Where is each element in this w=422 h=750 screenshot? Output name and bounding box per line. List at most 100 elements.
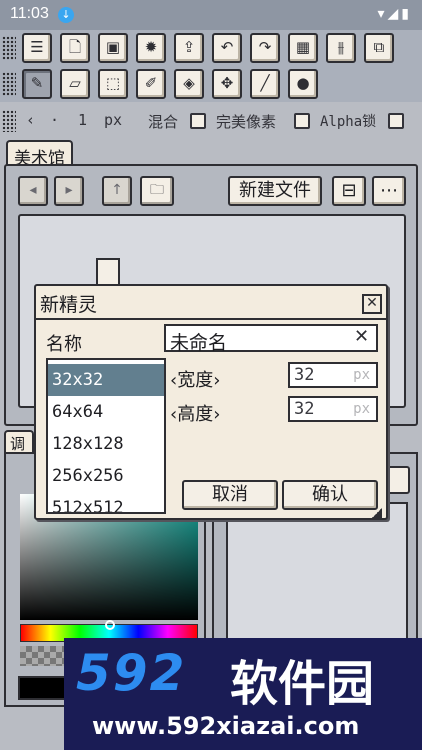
save-button[interactable]: ▣ — [98, 33, 128, 63]
download-badge-icon: ↓ — [58, 7, 74, 23]
fill-bucket-button[interactable]: ◈ — [174, 69, 204, 99]
export-icon: ⇪ — [182, 38, 196, 56]
more-button[interactable]: ⋯ — [372, 176, 406, 206]
toolbar-grip-icon[interactable] — [2, 110, 16, 132]
size-preset-item[interactable]: 128x128 — [48, 428, 164, 460]
fill-bucket-icon: ◈ — [183, 74, 195, 92]
settings-sliders-button[interactable]: ☰ — [22, 33, 52, 63]
confirm-button[interactable]: 确认 — [282, 480, 378, 510]
eyedropper-icon: ✐ — [144, 74, 158, 92]
shape-fill-icon: ● — [296, 74, 310, 92]
save-icon: ▣ — [105, 38, 121, 56]
resize-grip-icon[interactable] — [372, 508, 382, 518]
size-preset-item[interactable]: 64x64 — [48, 396, 164, 428]
folder-open-icon: 🗀 — [150, 182, 164, 198]
toolbar-grip-icon[interactable] — [2, 72, 16, 96]
width-value: 32 — [294, 365, 315, 385]
blend-checkbox[interactable] — [190, 113, 206, 129]
height-input[interactable]: 32 px — [288, 396, 378, 422]
new-file-button[interactable]: 新建文件 — [228, 176, 322, 206]
gear-icon: ✹ — [144, 38, 158, 56]
line-icon: ╱ — [260, 74, 270, 92]
mirror-button[interactable]: ⧉ — [364, 33, 394, 63]
line-button[interactable]: ╱ — [250, 69, 280, 99]
clear-input-icon[interactable]: ✕ — [354, 326, 369, 347]
gear-button[interactable]: ✹ — [136, 33, 166, 63]
width-input[interactable]: 32 px — [288, 362, 378, 388]
tab-tune[interactable]: 调 — [4, 430, 34, 454]
view-mode-button[interactable]: ⊟ — [332, 176, 366, 206]
status-bar: 11:03 ↓ ▾◢▮ — [0, 0, 422, 30]
dialog-title: 新精灵 — [40, 294, 98, 316]
select-rect-button[interactable]: ⬚ — [98, 69, 128, 99]
height-value: 32 — [294, 399, 315, 419]
toolbar-grip-icon[interactable] — [2, 36, 16, 60]
close-icon: ✕ — [366, 295, 378, 311]
height-unit: px — [353, 401, 370, 417]
size-preset-list[interactable]: 32x32 64x64 128x128 256x256 512x512 — [46, 358, 166, 514]
dialog-divider — [36, 318, 386, 320]
new-file-button[interactable]: 🗋 — [60, 33, 90, 63]
system-status-icons: ▾◢▮ — [377, 6, 412, 22]
nav-back-button[interactable]: ◂ — [18, 176, 48, 206]
brush-options-bar: ‹ · 1 px 混合 完美像素 Alpha锁 — [0, 106, 422, 136]
brush-size-decrease[interactable]: ‹ — [26, 111, 35, 129]
open-folder-button[interactable]: 🗀 — [140, 176, 174, 206]
tab-gallery[interactable]: 美术馆 — [6, 140, 73, 169]
new-file-icon: 🗋 — [68, 38, 82, 56]
size-preset-item[interactable]: 32x32 — [48, 364, 164, 396]
watermark-site-name: 软件园 — [230, 656, 375, 712]
cancel-button[interactable]: 取消 — [182, 480, 278, 510]
blend-label: 混合 — [148, 113, 179, 131]
monitor-icon: ⊟ — [341, 180, 357, 201]
brush-size-unit: px — [104, 111, 123, 129]
name-label: 名称 — [46, 334, 82, 355]
size-preset-item[interactable]: 512x512 — [48, 492, 164, 512]
arrow-up-icon: ↑ — [111, 182, 123, 198]
eyedropper-button[interactable]: ✐ — [136, 69, 166, 99]
settings-sliders-icon: ☰ — [30, 38, 44, 56]
undo-icon: ↶ — [220, 38, 234, 56]
pixel-perfect-checkbox[interactable] — [294, 113, 310, 129]
width-label[interactable]: ‹宽度› — [170, 366, 220, 392]
brush-size-value[interactable]: 1 — [78, 111, 87, 129]
adjust-button[interactable]: ⫵ — [326, 33, 356, 63]
select-rect-icon: ⬚ — [105, 74, 121, 92]
watermark-url: www.592xiazai.com — [92, 712, 360, 740]
clock: 11:03 — [10, 5, 49, 22]
eraser-button[interactable]: ▱ — [60, 69, 90, 99]
nav-up-button[interactable]: ↑ — [102, 176, 132, 206]
height-label[interactable]: ‹高度› — [170, 400, 220, 426]
size-preset-item[interactable]: 256x256 — [48, 460, 164, 492]
more-dots-icon: ⋯ — [380, 180, 398, 201]
arrow-right-icon: ▸ — [65, 182, 73, 198]
dialog-close-button[interactable]: ✕ — [362, 294, 382, 314]
pencil-icon: ✎ — [30, 74, 44, 92]
pixel-perfect-label: 完美像素 — [216, 113, 277, 131]
width-unit: px — [353, 367, 370, 383]
grid-icon: ▦ — [295, 38, 311, 56]
alpha-lock-label: Alpha锁 — [320, 114, 377, 130]
main-toolbar: ☰ 🗋 ▣ ✹ ⇪ ↶ ↷ ▦ ⫵ ⧉ — [0, 30, 422, 66]
mirror-icon: ⧉ — [373, 38, 385, 56]
name-input[interactable]: 未命名 — [164, 324, 378, 354]
nav-forward-button[interactable]: ▸ — [54, 176, 84, 206]
move-icon: ✥ — [220, 74, 234, 92]
watermark-logo: 592 — [76, 644, 187, 702]
move-button[interactable]: ✥ — [212, 69, 242, 99]
alpha-lock-checkbox[interactable] — [388, 113, 404, 129]
brush-size-dot: · — [50, 111, 60, 129]
redo-icon: ↷ — [258, 38, 272, 56]
undo-button[interactable]: ↶ — [212, 33, 242, 63]
shape-fill-button[interactable]: ● — [288, 69, 318, 99]
export-button[interactable]: ⇪ — [174, 33, 204, 63]
grid-button[interactable]: ▦ — [288, 33, 318, 63]
redo-button[interactable]: ↷ — [250, 33, 280, 63]
arrow-left-icon: ◂ — [29, 182, 37, 198]
adjust-icon: ⫵ — [337, 38, 345, 56]
pencil-button[interactable]: ✎ — [22, 69, 52, 99]
watermark-banner: 592 软件园 www.592xiazai.com — [64, 638, 422, 750]
eraser-icon: ▱ — [69, 74, 81, 92]
new-sprite-dialog: 新精灵 ✕ 名称 未命名 ✕ 32x32 64x64 128x128 256x2… — [34, 284, 388, 520]
hue-slider-handle[interactable] — [105, 620, 115, 630]
